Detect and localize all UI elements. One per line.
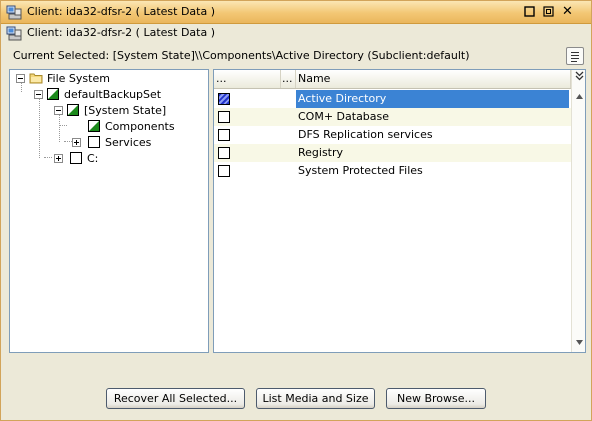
row-name: COM+ Database [298, 110, 390, 123]
window-title: Client: ida32-dfsr-2 ( Latest Data ) [27, 5, 215, 18]
new-browse-button[interactable]: New Browse... [386, 388, 486, 409]
column-chooser-button[interactable] [572, 71, 585, 85]
list-row-com-database[interactable]: COM+ Database [214, 108, 571, 126]
list-body: Active Directory COM+ Database DFS Repli… [214, 88, 571, 352]
minimize-icon [524, 6, 535, 17]
checkbox[interactable] [218, 147, 230, 159]
tree-node-system-state[interactable]: [System State] [54, 102, 166, 118]
collapse-icon[interactable] [54, 105, 63, 115]
column-header-type[interactable]: ... [281, 70, 296, 88]
column-header-name[interactable]: Name [296, 70, 571, 88]
scroll-up-button[interactable] [572, 90, 585, 104]
client-label: Client: ida32-dfsr-2 ( Latest Data ) [27, 26, 215, 39]
tree-node-label: C: [87, 151, 99, 165]
restore-icon [543, 6, 554, 17]
row-name: Active Directory [296, 90, 569, 108]
tree-node-label: [System State] [84, 103, 167, 117]
folder-icon [29, 73, 43, 84]
selected-checkbox[interactable] [218, 93, 230, 105]
double-chevron-down-icon [575, 71, 583, 81]
arrow-down-icon [575, 340, 583, 345]
contents-list[interactable]: ... ... Name Active Directory COM+ Datab… [213, 69, 586, 353]
client-computer-icon [6, 26, 22, 41]
title-bar[interactable]: Client: ida32-dfsr-2 ( Latest Data ) ✕ [1, 1, 591, 24]
checkbox[interactable] [218, 165, 230, 177]
restore-button[interactable] [542, 5, 555, 18]
row-name: System Protected Files [298, 164, 423, 177]
vertical-scrollbar[interactable] [571, 70, 585, 352]
current-selection-bar: Current Selected: [System State]\\Compon… [1, 44, 591, 68]
scroll-down-button[interactable] [572, 336, 585, 350]
collapse-icon[interactable] [34, 89, 43, 99]
partial-checkbox[interactable] [88, 120, 100, 132]
current-selected-path: Current Selected: [System State]\\Compon… [13, 49, 470, 62]
tree-connector [39, 98, 40, 158]
client-header: Client: ida32-dfsr-2 ( Latest Data ) [1, 24, 591, 42]
tree-node-label: Services [105, 135, 152, 149]
expand-icon[interactable] [54, 153, 63, 163]
close-icon: ✕ [562, 4, 573, 19]
checkbox[interactable] [218, 129, 230, 141]
tree-node-label: File System [47, 71, 110, 85]
column-header-select[interactable]: ... [214, 70, 281, 88]
tree-node-components[interactable]: Components [88, 118, 175, 134]
arrow-up-icon [575, 94, 583, 99]
checkbox[interactable] [218, 111, 230, 123]
tree-connector [44, 157, 52, 158]
tree-node-label: defaultBackupSet [64, 87, 162, 101]
close-button[interactable]: ✕ [561, 5, 574, 18]
list-row-dfs-replication[interactable]: DFS Replication services [214, 126, 571, 144]
browse-window: Client: ida32-dfsr-2 ( Latest Data ) ✕ C… [0, 0, 592, 421]
list-row-active-directory[interactable]: Active Directory [214, 90, 571, 108]
list-row-system-protected-files[interactable]: System Protected Files [214, 162, 571, 180]
details-list-icon-line [571, 55, 579, 56]
list-media-and-size-button[interactable]: List Media and Size [256, 388, 375, 409]
minimize-button[interactable] [523, 5, 536, 18]
partial-checkbox[interactable] [47, 88, 59, 100]
row-name: Registry [298, 146, 344, 159]
details-list-icon-line [571, 61, 577, 62]
partial-checkbox[interactable] [67, 104, 79, 116]
details-list-icon [571, 52, 579, 53]
checkbox[interactable] [70, 152, 82, 164]
list-header: ... ... Name [214, 70, 571, 89]
tree-node-file-system[interactable]: File System [16, 70, 110, 86]
row-name: DFS Replication services [298, 128, 433, 141]
tree-connector [59, 114, 60, 142]
expand-icon[interactable] [72, 137, 81, 147]
tree-node-label: Components [105, 119, 175, 133]
checkbox[interactable] [88, 136, 100, 148]
tree-connector [59, 125, 67, 126]
tree-node-c-drive[interactable]: C: [54, 150, 98, 166]
details-view-button[interactable] [566, 47, 584, 65]
details-list-icon-line [571, 58, 579, 59]
list-row-registry[interactable]: Registry [214, 144, 571, 162]
browse-tree[interactable]: File System defaultBackupSet [System Sta… [9, 69, 209, 353]
collapse-icon[interactable] [16, 73, 25, 83]
client-computer-icon [6, 5, 22, 20]
recover-all-selected-button[interactable]: Recover All Selected... [106, 388, 245, 409]
tree-node-services[interactable]: Services [72, 134, 151, 150]
tree-node-default-backup-set[interactable]: defaultBackupSet [34, 86, 161, 102]
